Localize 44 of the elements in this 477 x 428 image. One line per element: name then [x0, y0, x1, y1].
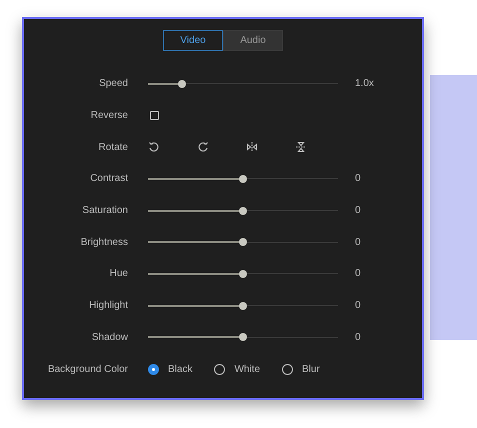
slider[interactable] — [148, 302, 338, 310]
setting-label: Reverse — [90, 109, 128, 124]
slider-value: 0 — [355, 267, 361, 282]
tab[interactable]: Audio — [223, 30, 283, 51]
slider-thumb[interactable] — [239, 174, 247, 183]
slider-value: 1.0x — [355, 77, 374, 92]
slider-value: 0 — [355, 299, 361, 314]
slider-value: 0 — [355, 236, 361, 250]
slider[interactable] — [148, 174, 338, 183]
setting-label: Contrast — [89, 172, 128, 186]
slider-thumb[interactable] — [178, 80, 186, 88]
slider[interactable] — [148, 238, 338, 246]
slider[interactable] — [148, 206, 338, 215]
slider[interactable] — [148, 333, 338, 342]
flip-vertical-icon[interactable] — [295, 141, 307, 154]
slider-thumb[interactable] — [239, 206, 247, 215]
flip-horizontal-icon[interactable] — [246, 141, 258, 154]
setting-label: Background Color — [46, 362, 128, 377]
slider-value: 0 — [355, 330, 361, 345]
slider-value: 0 — [355, 204, 361, 218]
setting-label: Saturation — [81, 204, 128, 218]
setting-label: Brightness — [80, 236, 128, 250]
setting-label: Highlight — [88, 299, 128, 314]
radio-button[interactable] — [282, 364, 294, 375]
radio-label: White — [234, 362, 260, 377]
radio-label: Blur — [302, 362, 320, 377]
slider[interactable] — [148, 270, 338, 278]
radio-button[interactable] — [214, 364, 226, 375]
slider-thumb[interactable] — [239, 270, 247, 278]
setting-label: Hue — [108, 267, 128, 282]
slider-thumb[interactable] — [239, 333, 247, 342]
slider-value: 0 — [355, 172, 361, 186]
rotate-left-icon[interactable] — [148, 141, 160, 154]
setting-label: Speed — [98, 77, 128, 92]
rotate-right-icon[interactable] — [197, 141, 209, 154]
slider-thumb[interactable] — [239, 302, 247, 310]
tab[interactable]: Video — [163, 30, 223, 51]
slider-thumb[interactable] — [239, 238, 247, 246]
setting-label: Shadow — [90, 330, 128, 345]
radio-label: Black — [168, 362, 192, 377]
setting-label: Rotate — [98, 140, 128, 155]
radio-button[interactable] — [148, 364, 159, 375]
slider[interactable] — [148, 80, 338, 88]
checkbox[interactable] — [150, 111, 159, 120]
